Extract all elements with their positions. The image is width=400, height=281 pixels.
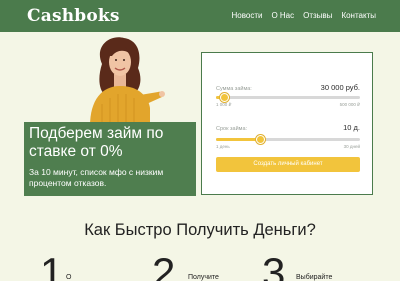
hero-subtitle: За 10 минут, список мфо с низким процент… [29, 167, 164, 188]
term-max: 30 дней [343, 144, 360, 149]
nav-item-contacts[interactable]: Контакты [341, 11, 376, 20]
nav-item-reviews[interactable]: Отзывы [303, 11, 332, 20]
amount-min: 1 000 ₽ [216, 102, 232, 107]
term-slider-handle[interactable] [256, 135, 266, 144]
how-section-title: Как Быстро Получить Деньги? [84, 221, 316, 239]
amount-row: Сумма займа: 30 000 руб. [216, 83, 360, 92]
amount-max: 500 000 ₽ [339, 102, 360, 107]
create-account-button[interactable]: Создать личный кабинет [216, 157, 360, 172]
amount-slider[interactable] [216, 93, 360, 102]
step-2-text: Получите [188, 274, 219, 281]
hero-title: Подберем займ по ставке от 0% [29, 125, 164, 160]
term-row: Срок займа: 10 д. [216, 123, 360, 132]
step-3-number: 3 [262, 249, 286, 281]
step-3-text: Выбирайте [296, 274, 333, 281]
term-label: Срок займа: [216, 126, 248, 132]
step-1-number: 1 [40, 249, 64, 281]
hero-person-image [90, 37, 165, 126]
nav-item-news[interactable]: Новости [231, 11, 262, 20]
nav-item-about[interactable]: О Нас [271, 11, 294, 20]
amount-slider-handle[interactable] [220, 93, 230, 102]
term-value: 10 д. [343, 123, 360, 132]
amount-limits: 1 000 ₽ 500 000 ₽ [216, 102, 360, 108]
hero-pitch-panel: Подберем займ по ставке от 0% За 10 мину… [24, 122, 196, 196]
term-slider[interactable] [216, 135, 360, 144]
step-1-text: О [66, 274, 72, 281]
logo[interactable]: Cashboks [27, 6, 120, 26]
step-2-number: 2 [152, 249, 176, 281]
loan-calculator: Сумма займа: 30 000 руб. 1 000 ₽ 500 000… [201, 52, 373, 195]
amount-value: 30 000 руб. [320, 83, 360, 92]
term-min: 1 день [216, 144, 230, 149]
top-bar: Cashboks Новости О Нас Отзывы Контакты [0, 0, 400, 32]
amount-label: Сумма займа: [216, 86, 252, 92]
term-limits: 1 день 30 дней [216, 144, 360, 149]
term-slider-fill [216, 138, 261, 141]
main-nav: Новости О Нас Отзывы Контакты [231, 11, 376, 20]
